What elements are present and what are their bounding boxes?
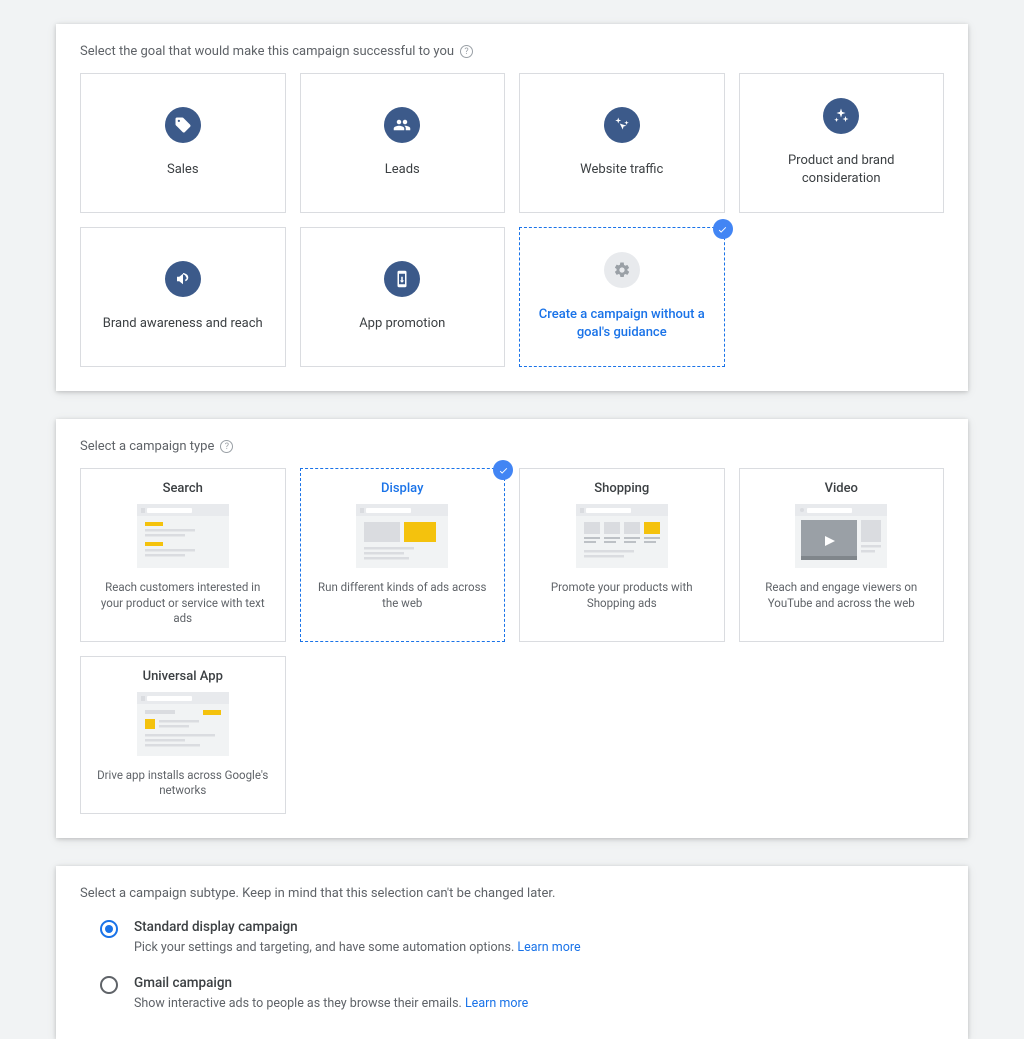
goals-grid: Sales Leads Website traffic Product and … bbox=[80, 73, 944, 367]
learn-more-link[interactable]: Learn more bbox=[517, 940, 580, 955]
goal-label: Create a campaign without a goal's guida… bbox=[532, 306, 712, 341]
type-card-video[interactable]: Video Reach and engage viewers on YouTub… bbox=[739, 468, 945, 642]
campaign-type-title-text: Select a campaign type bbox=[80, 439, 214, 454]
type-title: Search bbox=[163, 481, 203, 496]
universal-app-graphic-icon bbox=[137, 692, 229, 756]
goal-card-no-goal[interactable]: Create a campaign without a goal's guida… bbox=[519, 227, 725, 367]
type-title: Universal App bbox=[143, 669, 223, 684]
subtype-option-standard[interactable]: Standard display campaign Pick your sett… bbox=[100, 919, 944, 955]
campaign-subtype-panel: Select a campaign subtype. Keep in mind … bbox=[56, 866, 968, 1039]
goal-label: App promotion bbox=[359, 315, 445, 333]
subtype-title: Gmail campaign bbox=[134, 975, 528, 991]
display-graphic-icon bbox=[356, 504, 448, 568]
cursor-sparkle-icon bbox=[604, 107, 640, 143]
goal-label: Leads bbox=[385, 161, 420, 179]
subtype-desc: Show interactive ads to people as they b… bbox=[134, 996, 528, 1011]
type-desc: Reach customers interested in your produ… bbox=[91, 580, 275, 627]
help-icon[interactable]: ? bbox=[460, 45, 473, 58]
radio-icon[interactable] bbox=[100, 976, 118, 994]
type-desc: Run different kinds of ads across the we… bbox=[311, 580, 495, 611]
goal-label: Product and brand consideration bbox=[752, 152, 932, 187]
goals-title-text: Select the goal that would make this cam… bbox=[80, 44, 454, 59]
type-card-display[interactable]: Display Run different kinds of ads acros… bbox=[300, 468, 506, 642]
type-title: Display bbox=[381, 481, 423, 496]
subtype-title: Standard display campaign bbox=[134, 919, 581, 935]
type-card-universal-app[interactable]: Universal App Drive app installs across … bbox=[80, 656, 286, 814]
subtype-option-gmail[interactable]: Gmail campaign Show interactive ads to p… bbox=[100, 975, 944, 1011]
type-desc: Reach and engage viewers on YouTube and … bbox=[750, 580, 934, 611]
goals-panel: Select the goal that would make this cam… bbox=[56, 24, 968, 391]
search-graphic-icon bbox=[137, 504, 229, 568]
check-icon bbox=[493, 460, 513, 480]
campaign-type-panel: Select a campaign type ? Search Reach cu… bbox=[56, 419, 968, 838]
goal-label: Sales bbox=[167, 161, 199, 179]
goal-label: Brand awareness and reach bbox=[103, 315, 263, 333]
video-graphic-icon bbox=[795, 504, 887, 568]
goals-section-title: Select the goal that would make this cam… bbox=[80, 44, 944, 59]
radio-icon[interactable] bbox=[100, 920, 118, 938]
subtype-section-title: Select a campaign subtype. Keep in mind … bbox=[80, 886, 944, 901]
goal-card-sales[interactable]: Sales bbox=[80, 73, 286, 213]
shopping-graphic-icon bbox=[576, 504, 668, 568]
campaign-type-section-title: Select a campaign type ? bbox=[80, 439, 944, 454]
goal-card-product-consideration[interactable]: Product and brand consideration bbox=[739, 73, 945, 213]
subtype-desc: Pick your settings and targeting, and ha… bbox=[134, 940, 581, 955]
type-title: Video bbox=[825, 481, 858, 496]
megaphone-icon bbox=[165, 261, 201, 297]
goal-card-brand-awareness[interactable]: Brand awareness and reach bbox=[80, 227, 286, 367]
tag-icon bbox=[165, 107, 201, 143]
help-icon[interactable]: ? bbox=[220, 440, 233, 453]
learn-more-link[interactable]: Learn more bbox=[465, 996, 528, 1011]
goal-card-leads[interactable]: Leads bbox=[300, 73, 506, 213]
type-desc: Promote your products with Shopping ads bbox=[530, 580, 714, 611]
goal-card-website-traffic[interactable]: Website traffic bbox=[519, 73, 725, 213]
people-icon bbox=[384, 107, 420, 143]
type-title: Shopping bbox=[594, 481, 649, 496]
goal-card-app-promotion[interactable]: App promotion bbox=[300, 227, 506, 367]
type-card-shopping[interactable]: Shopping Promote y bbox=[519, 468, 725, 642]
type-desc: Drive app installs across Google's netwo… bbox=[91, 768, 275, 799]
check-icon bbox=[713, 219, 733, 239]
goal-label: Website traffic bbox=[580, 161, 663, 179]
sparkle-icon bbox=[823, 98, 859, 134]
campaign-type-grid: Search Reach customers interested in you… bbox=[80, 468, 944, 814]
type-card-search[interactable]: Search Reach customers interested in you… bbox=[80, 468, 286, 642]
gear-icon bbox=[604, 252, 640, 288]
phone-download-icon bbox=[384, 261, 420, 297]
